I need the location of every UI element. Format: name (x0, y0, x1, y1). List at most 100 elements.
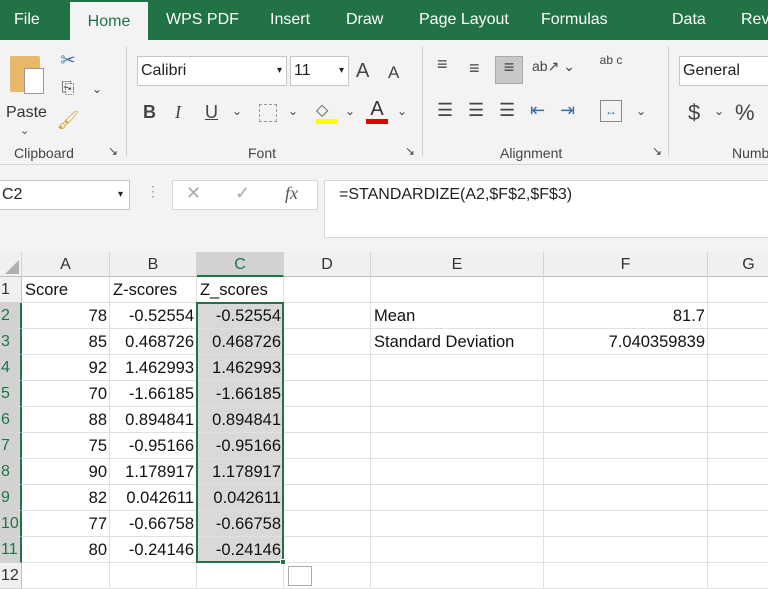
cell[interactable] (708, 433, 768, 459)
bold-button[interactable]: B (143, 102, 156, 123)
tab-draw[interactable]: Draw (346, 0, 383, 40)
tab-wps-pdf[interactable]: WPS PDF (166, 0, 239, 40)
column-header-f[interactable]: F (544, 252, 708, 277)
underline-dropdown-icon[interactable]: ⌄ (232, 104, 242, 118)
row-header-4[interactable]: 4 (0, 355, 22, 381)
cell[interactable] (544, 355, 708, 381)
cell[interactable] (708, 407, 768, 433)
cell[interactable] (708, 537, 768, 563)
cell[interactable] (197, 563, 284, 589)
name-box[interactable]: C2 ▾ (0, 180, 130, 210)
clipboard-launcher-icon[interactable]: ↘ (108, 144, 118, 158)
cell[interactable] (544, 433, 708, 459)
cell[interactable] (284, 511, 371, 537)
tab-page-layout[interactable]: Page Layout (419, 0, 509, 40)
row-header-6[interactable]: 6 (0, 407, 22, 433)
cell[interactable] (371, 459, 544, 485)
paste-dropdown-icon[interactable]: ⌄ (20, 124, 29, 137)
cell[interactable] (284, 459, 371, 485)
cell[interactable] (284, 381, 371, 407)
alignment-launcher-icon[interactable]: ↘ (652, 144, 662, 158)
row-header-7[interactable]: 7 (0, 433, 22, 459)
cancel-icon[interactable]: ✕ (186, 183, 201, 204)
cell[interactable] (284, 433, 371, 459)
increase-indent-icon[interactable]: ⇥ (560, 100, 575, 121)
row-header-12[interactable]: 12 (0, 563, 22, 589)
merge-dropdown-icon[interactable]: ⌄ (636, 104, 646, 118)
column-header-b[interactable]: B (110, 252, 197, 277)
cell[interactable] (284, 407, 371, 433)
cell[interactable] (371, 355, 544, 381)
align-center-icon[interactable]: ☰ (468, 100, 484, 121)
enter-icon[interactable]: ✓ (235, 183, 250, 204)
cell[interactable] (544, 277, 708, 303)
cell[interactable] (22, 563, 110, 589)
underline-button[interactable]: U (205, 102, 218, 123)
borders-icon[interactable] (259, 104, 277, 122)
cell[interactable] (708, 355, 768, 381)
cell[interactable] (708, 459, 768, 485)
column-header-a[interactable]: A (22, 252, 110, 277)
cell[interactable] (708, 381, 768, 407)
top-align-icon[interactable]: ≡ (437, 54, 448, 75)
cell[interactable] (371, 485, 544, 511)
cell[interactable] (284, 537, 371, 563)
tab-data[interactable]: Data (672, 0, 706, 40)
row-header-10[interactable]: 10 (0, 511, 22, 537)
row-header-11[interactable]: 11 (0, 537, 22, 563)
font-color-button[interactable]: A (366, 98, 388, 124)
cell[interactable] (284, 485, 371, 511)
font-color-dropdown-icon[interactable]: ⌄ (397, 104, 407, 118)
decrease-indent-icon[interactable]: ⇤ (530, 100, 545, 121)
align-right-icon[interactable]: ☰ (499, 100, 515, 121)
row-header-1[interactable]: 1 (0, 277, 22, 303)
borders-dropdown-icon[interactable]: ⌄ (288, 104, 298, 118)
cell[interactable] (110, 563, 197, 589)
column-header-d[interactable]: D (284, 252, 371, 277)
font-launcher-icon[interactable]: ↘ (405, 144, 415, 158)
tab-file[interactable]: File (14, 0, 40, 40)
cell[interactable] (708, 563, 768, 589)
fill-handle[interactable] (280, 559, 286, 565)
italic-button[interactable]: I (175, 102, 181, 123)
tab-home[interactable]: Home (70, 0, 148, 40)
select-all-corner[interactable] (0, 252, 22, 277)
percent-button[interactable]: % (735, 100, 755, 126)
cell[interactable] (544, 485, 708, 511)
cell[interactable] (284, 277, 371, 303)
cell[interactable] (708, 329, 768, 355)
copy-dropdown-icon[interactable]: ⌄ (90, 82, 104, 96)
quick-analysis-icon[interactable] (288, 566, 312, 586)
formula-input[interactable]: =STANDARDIZE(A2,$F$2,$F$3) (324, 180, 768, 238)
cell[interactable] (371, 407, 544, 433)
grow-font-button[interactable]: A (356, 60, 369, 83)
cell[interactable] (544, 537, 708, 563)
cell[interactable] (708, 511, 768, 537)
cell[interactable] (284, 355, 371, 381)
cell[interactable] (371, 563, 544, 589)
tab-formulas[interactable]: Formulas (541, 0, 608, 40)
copy-icon[interactable]: ⎘ (56, 80, 80, 98)
orientation-icon[interactable]: ab↗ ⌄ (532, 58, 575, 75)
cell[interactable] (544, 563, 708, 589)
cell[interactable] (371, 433, 544, 459)
merge-center-icon[interactable]: ↔ (600, 100, 622, 122)
row-header-8[interactable]: 8 (0, 459, 22, 485)
cell[interactable] (544, 407, 708, 433)
cell[interactable] (284, 329, 371, 355)
bottom-align-icon[interactable]: ≡ (495, 56, 523, 84)
fill-color-icon[interactable]: ◇ (316, 100, 338, 124)
cell[interactable] (544, 459, 708, 485)
tab-review[interactable]: Review (741, 0, 768, 40)
format-painter-icon[interactable]: 🖌 (56, 110, 80, 131)
cell[interactable] (371, 277, 544, 303)
cell[interactable] (284, 303, 371, 329)
column-header-g[interactable]: G (708, 252, 768, 277)
column-header-e[interactable]: E (371, 252, 544, 277)
cell[interactable] (371, 537, 544, 563)
currency-button[interactable]: $ (688, 100, 700, 126)
cell[interactable] (544, 511, 708, 537)
shrink-font-button[interactable]: A (388, 63, 399, 83)
align-left-icon[interactable]: ☰ (437, 100, 453, 121)
cell[interactable] (544, 381, 708, 407)
